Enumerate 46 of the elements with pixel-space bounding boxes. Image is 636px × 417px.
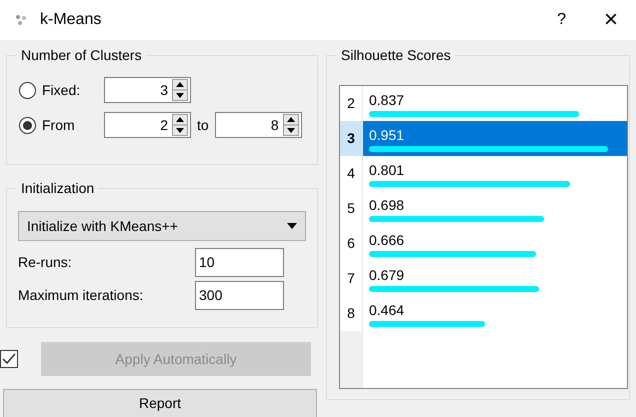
score-row[interactable]: 0.698 (363, 191, 627, 226)
field-label: Maximum iterations: (18, 286, 144, 305)
score-value: 0.679 (369, 266, 404, 284)
close-button[interactable]: × (604, 8, 618, 32)
row-header: 2 (340, 86, 362, 121)
input-field[interactable]: 300 (195, 281, 284, 310)
score-row[interactable]: 0.679 (363, 261, 627, 296)
score-value: 0.951 (369, 126, 404, 144)
score-value: 0.464 (369, 301, 404, 319)
row-header: 7 (340, 261, 362, 296)
score-value: 0.666 (369, 231, 404, 249)
row-header: 3 (340, 121, 362, 156)
radio-button[interactable] (19, 82, 36, 98)
report-button[interactable]: Report (3, 389, 317, 417)
field-label: Re-runs: (18, 253, 72, 272)
score-row[interactable]: 0.801 (363, 156, 627, 191)
spin-box[interactable]: 2 (104, 112, 191, 138)
method-dropdown[interactable]: Initialize with KMeans++ (18, 211, 306, 241)
score-row[interactable]: 0.951 (363, 121, 627, 156)
score-value: 0.801 (369, 161, 404, 179)
spin-value: 3 (159, 80, 169, 100)
window-title: k-Means (40, 10, 102, 30)
app-icon (14, 13, 28, 27)
input-field[interactable]: 10 (195, 248, 284, 277)
spin-arrows-icon[interactable] (282, 114, 299, 136)
spin-value: 8 (270, 116, 280, 134)
dropdown-arrow-icon (287, 223, 297, 229)
radio-label: From (42, 116, 76, 134)
spin-box[interactable]: 8 (214, 112, 302, 138)
spin-box[interactable]: 3 (104, 77, 191, 103)
score-row[interactable]: 0.666 (363, 226, 627, 261)
row-header: 6 (340, 226, 362, 261)
row-header: 4 (340, 156, 362, 191)
score-value: 0.837 (369, 91, 404, 109)
help-button[interactable]: ? (557, 8, 566, 32)
spin-arrows-icon[interactable] (172, 79, 188, 101)
spin-arrows-icon[interactable] (172, 114, 188, 136)
range-label: to (197, 116, 209, 134)
score-value: 0.698 (369, 196, 404, 214)
row-header: 8 (340, 296, 362, 331)
radio-button[interactable] (19, 116, 36, 134)
score-row[interactable]: 0.837 (363, 86, 627, 121)
row-header: 5 (340, 191, 362, 226)
spin-value: 2 (159, 116, 169, 134)
radio-label: Fixed: (42, 80, 82, 100)
score-row[interactable]: 0.464 (363, 296, 627, 331)
